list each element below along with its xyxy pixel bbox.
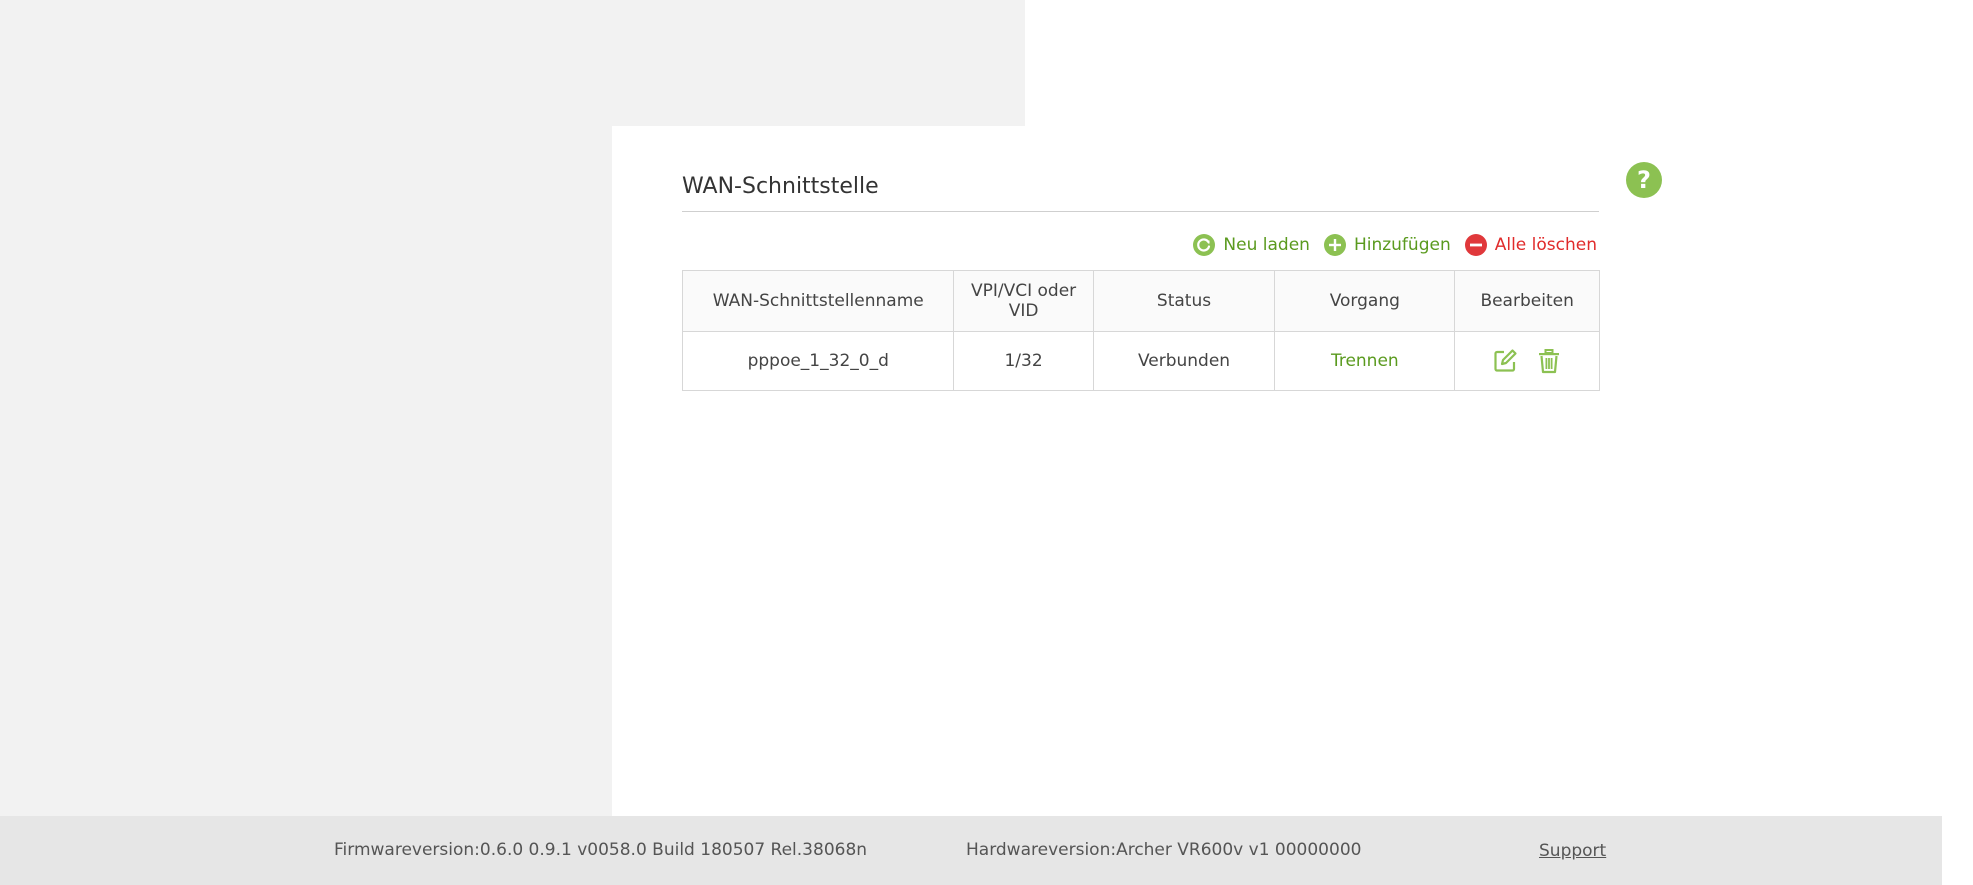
delete-all-button[interactable]: Alle löschen <box>1464 234 1597 256</box>
sidebar-area <box>0 126 612 816</box>
trash-icon[interactable] <box>1536 348 1562 374</box>
add-label: Hinzufügen <box>1353 235 1451 255</box>
support-link[interactable]: Support <box>1539 841 1606 861</box>
cell-status: Verbunden <box>1092 331 1276 391</box>
reload-button[interactable]: Neu laden <box>1193 234 1310 256</box>
cell-vpi-vci: 1/32 <box>953 331 1094 391</box>
add-button[interactable]: Hinzufügen <box>1323 234 1451 256</box>
delete-all-label: Alle löschen <box>1494 235 1597 255</box>
edit-icon[interactable] <box>1492 348 1518 374</box>
table-header-row: WAN-Schnittstellenname VPI/VCI oder VID … <box>681 270 1600 332</box>
title-divider <box>682 211 1599 212</box>
minus-icon <box>1464 234 1487 256</box>
header-action: Vorgang <box>1274 270 1456 332</box>
disconnect-link[interactable]: Trennen <box>1331 351 1399 371</box>
header-interface-name: WAN-Schnittstellenname <box>681 270 955 332</box>
hardware-version: Hardwareversion:Archer VR600v v1 0000000… <box>966 840 1362 860</box>
header-status: Status <box>1092 270 1276 332</box>
wan-interface-table: WAN-Schnittstellenname VPI/VCI oder VID … <box>681 270 1600 391</box>
reload-label: Neu laden <box>1223 235 1310 255</box>
refresh-icon <box>1193 234 1216 256</box>
cell-interface-name: pppoe_1_32_0_d <box>681 331 955 391</box>
cell-edit <box>1454 331 1600 391</box>
header-vpi-vci: VPI/VCI oder VID <box>953 270 1094 332</box>
main-content: WAN-Schnittstelle ? Neu laden Hinzufügen <box>612 126 1942 816</box>
plus-icon <box>1323 234 1346 256</box>
table-row: pppoe_1_32_0_d 1/32 Verbunden Trennen <box>681 331 1600 391</box>
help-icon[interactable]: ? <box>1626 162 1662 198</box>
footer: Firmwareversion:0.6.0 0.9.1 v0058.0 Buil… <box>0 816 1942 885</box>
header-edit: Bearbeiten <box>1454 270 1600 332</box>
page-title: WAN-Schnittstelle <box>682 174 879 199</box>
table-toolbar: Neu laden Hinzufügen Alle löschen <box>1179 234 1597 256</box>
sidebar-top-area <box>0 0 1025 126</box>
cell-action: Trennen <box>1274 331 1456 391</box>
firmware-version: Firmwareversion:0.6.0 0.9.1 v0058.0 Buil… <box>334 840 868 860</box>
